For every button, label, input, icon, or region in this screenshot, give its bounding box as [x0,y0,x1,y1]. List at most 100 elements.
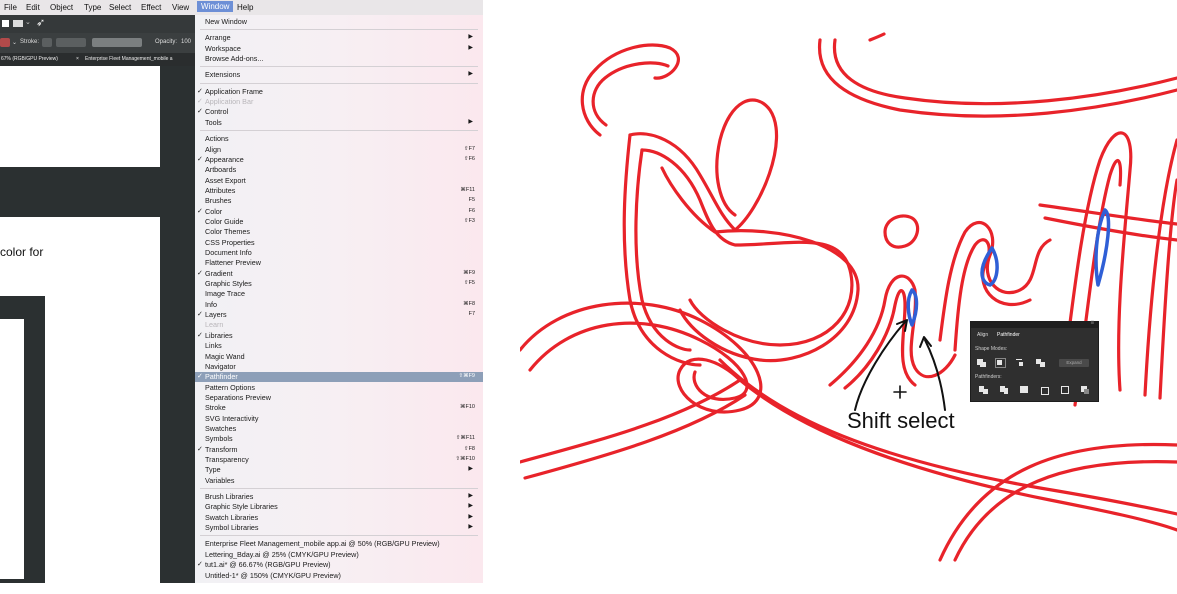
tab-pathfinder[interactable]: Pathfinder [997,332,1020,338]
checkmark-icon: ✓ [197,207,203,215]
chevron-down-icon[interactable]: ⌄ [12,39,17,46]
unite-button[interactable] [977,359,986,367]
menu-item-label: Enterprise Fleet Management_mobile app.a… [205,539,440,549]
menu-separator [200,66,478,68]
menu-item-graphic-styles[interactable]: Graphic Styles ⇧F5 [195,279,483,289]
stroke-swatch[interactable] [13,20,23,27]
menu-item-actions[interactable]: Actions [195,134,483,144]
menu-item-tut1-ai-66-67-rgb-gpu-preview[interactable]: ✓ tut1.ai* @ 66.67% (RGB/GPU Preview) [195,560,483,570]
trim-button[interactable] [1000,386,1009,394]
crop-button[interactable] [1040,386,1049,395]
fill-swatch[interactable] [2,20,9,27]
menu-item-color-themes[interactable]: Color Themes [195,227,483,237]
menu-item-navigator[interactable]: Navigator [195,362,483,372]
menu-item-workspace[interactable]: Workspace ▶ [195,44,483,54]
menu-item-label: Brushes [205,196,232,206]
menu-item-new-window[interactable]: New Window [195,17,483,27]
menu-item-asset-export[interactable]: Asset Export [195,176,483,186]
menu-item-type[interactable]: Type ▶ [195,465,483,475]
intersect-button[interactable] [1016,359,1025,367]
selected-shape-t-counter[interactable] [1094,208,1111,287]
menu-object[interactable]: Object [50,3,73,12]
menu-item-flattener-preview[interactable]: Flattener Preview [195,258,483,268]
menu-item-stroke[interactable]: Stroke ⌘F10 [195,403,483,413]
chevron-down-icon[interactable]: ⌄ [25,18,31,26]
stroke-weight-field[interactable] [42,38,52,47]
crosshair-cursor-icon [893,385,907,399]
menu-item-swatches[interactable]: Swatches [195,424,483,434]
selected-shape-i-counter[interactable] [906,288,919,327]
tab-align[interactable]: Align [977,332,988,338]
menu-item-swatch-libraries[interactable]: Swatch Libraries ▶ [195,513,483,523]
menu-item-document-info[interactable]: Document Info [195,248,483,258]
menu-item-label: Asset Export [205,175,246,185]
tab-other-document[interactable]: Enterprise Fleet Management_mobile a [85,56,173,62]
menu-item-align[interactable]: Align ⇧F7 [195,145,483,155]
menu-item-label: Variables [205,475,235,485]
menu-item-svg-interactivity[interactable]: SVG Interactivity [195,414,483,424]
menu-type[interactable]: Type [84,3,101,12]
opacity-value[interactable]: 100 [181,39,191,45]
menu-item-attributes[interactable]: Attributes ⌘F11 [195,186,483,196]
menu-item-tools[interactable]: Tools ▶ [195,118,483,128]
merge-button[interactable] [1020,386,1029,394]
stroke-color-box[interactable] [0,38,10,47]
close-icon[interactable]: × [76,56,79,62]
menu-item-transform[interactable]: ✓ Transform ⇧F8 [195,445,483,455]
menu-view[interactable]: View [172,3,189,12]
menu-item-label: Artboards [205,165,237,175]
menu-window[interactable]: Window [197,1,234,12]
menu-item-lettering-bday-ai-25-cmyk-gpu-preview[interactable]: Lettering_Bday.ai @ 25% (CMYK/GPU Previe… [195,550,483,560]
menu-item-links[interactable]: Links [195,341,483,351]
expand-button[interactable]: Expand [1059,359,1089,367]
menu-item-control[interactable]: ✓ Control [195,107,483,117]
menu-item-pathfinder[interactable]: ✓ Pathfinder ⇧⌘F9 [195,372,483,383]
menu-item-css-properties[interactable]: CSS Properties [195,238,483,248]
menu-item-untitled-1-150-cmyk-gpu-preview[interactable]: Untitled-1* @ 150% (CMYK/GPU Preview) [195,571,483,581]
variable-width-select[interactable] [56,38,86,47]
menu-item-layers[interactable]: ✓ Layers F7 [195,310,483,320]
menu-item-info[interactable]: Info ⌘F8 [195,300,483,310]
menu-item-application-frame[interactable]: ✓ Application Frame [195,87,483,97]
menu-item-symbols[interactable]: Symbols ⇧⌘F11 [195,434,483,444]
menu-item-symbol-libraries[interactable]: Symbol Libraries ▶ [195,523,483,533]
minus-back-button[interactable] [1081,386,1090,394]
swash-bottom [520,378,1177,562]
menu-item-magic-wand[interactable]: Magic Wand [195,352,483,362]
menu-item-image-trace[interactable]: Image Trace [195,289,483,299]
menu-item-extensions[interactable]: Extensions ▶ [195,70,483,80]
menu-item-pattern-options[interactable]: Pattern Options [195,383,483,393]
exclude-button[interactable] [1036,359,1045,367]
menu-item-brushes[interactable]: Brushes F5 [195,196,483,206]
menu-item-appearance[interactable]: ✓ Appearance ⇧F6 [195,155,483,165]
menu-select[interactable]: Select [109,3,131,12]
menu-item-variables[interactable]: Variables [195,476,483,486]
submenu-arrow-icon: ▶ [468,503,473,510]
menu-file[interactable]: File [4,3,17,12]
panel-title-bar[interactable]: ≡ [971,320,1098,328]
menu-item-color[interactable]: ✓ Color F6 [195,207,483,217]
outline-button[interactable] [1061,386,1070,394]
menu-effect[interactable]: Effect [141,3,161,12]
menu-item-label: Graphic Style Libraries [205,502,278,512]
pen-tool-icon[interactable]: ➶ [36,16,45,29]
menu-item-browse-add-ons[interactable]: Browse Add-ons... [195,54,483,64]
menu-item-transparency[interactable]: Transparency ⇧⌘F10 [195,455,483,465]
menu-item-gradient[interactable]: ✓ Gradient ⌘F9 [195,269,483,279]
menu-item-arrange[interactable]: Arrange ▶ [195,33,483,43]
menu-separator [200,82,478,84]
brush-definition-select[interactable] [92,38,142,47]
menu-edit[interactable]: Edit [26,3,40,12]
menu-item-graphic-style-libraries[interactable]: Graphic Style Libraries ▶ [195,502,483,512]
menu-item-libraries[interactable]: ✓ Libraries [195,331,483,341]
menu-item-enterprise-fleet-management-mobile-app-ai-50-rgb-gpu-preview[interactable]: Enterprise Fleet Management_mobile app.a… [195,539,483,549]
tab-active-document[interactable]: 67% (RGB/GPU Preview) [1,56,58,62]
divide-button[interactable] [979,386,988,394]
menu-help[interactable]: Help [237,3,253,12]
minus-front-button[interactable] [995,358,1006,368]
panel-menu-icon[interactable]: ≡ [1090,320,1094,326]
menu-item-brush-libraries[interactable]: Brush Libraries ▶ [195,492,483,502]
menu-item-color-guide[interactable]: Color Guide ⇧F3 [195,217,483,227]
menu-item-separations-preview[interactable]: Separations Preview [195,393,483,403]
menu-item-artboards[interactable]: Artboards [195,165,483,175]
